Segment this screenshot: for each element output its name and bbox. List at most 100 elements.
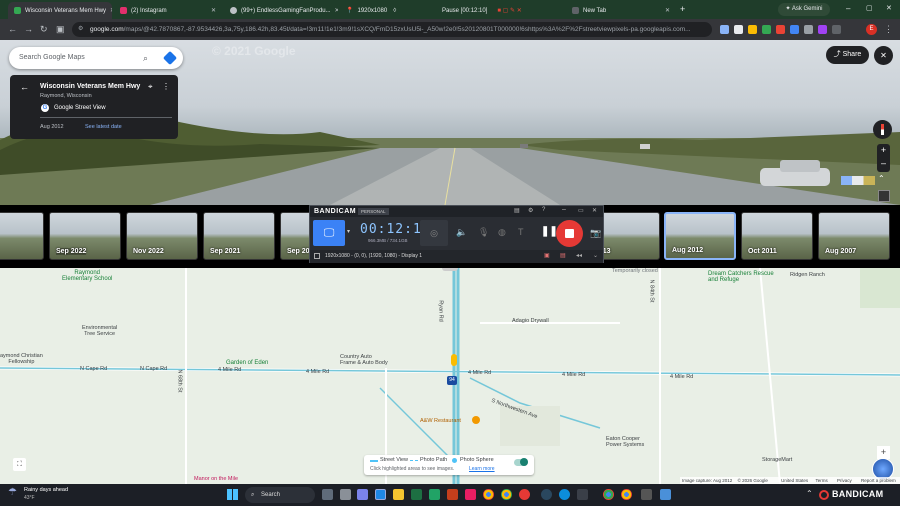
app-icon[interactable] <box>465 489 476 500</box>
map-label[interactable]: aymond Christian Fellowship <box>0 353 43 365</box>
word-icon[interactable] <box>429 489 440 500</box>
tab-5[interactable]: Pause [00:12:10] ■ ▢ ✎ ✕ <box>424 2 564 19</box>
collapse-filmstrip-icon[interactable]: ⌃ <box>878 174 885 183</box>
help-icon[interactable]: ? <box>542 207 545 213</box>
webcam-overlay-button[interactable]: ◎ <box>420 220 448 246</box>
tray-overflow-icon[interactable]: ⌃ <box>806 489 813 498</box>
excel-icon[interactable] <box>411 489 422 500</box>
windows-start-icon[interactable] <box>227 489 238 500</box>
map-label[interactable]: Dream Catchers Rescue and Refuge <box>708 271 774 283</box>
report-problem-link[interactable]: Report a problem <box>861 478 896 483</box>
extension-icon[interactable] <box>776 25 785 34</box>
filmstrip-thumbnail[interactable]: Sep 2022 <box>49 212 121 260</box>
extension-icon[interactable] <box>818 25 827 34</box>
new-tab-button[interactable]: + <box>680 4 685 14</box>
minimize-button[interactable]: – <box>846 4 850 13</box>
fullscreen-icon[interactable]: ⛶ <box>13 458 26 471</box>
powerpoint-icon[interactable] <box>447 489 458 500</box>
weather-icon[interactable]: ☂ <box>8 487 17 498</box>
taskview-icon[interactable] <box>322 489 333 500</box>
taskbar-search-box[interactable]: ⌕ Search <box>245 487 315 503</box>
filmstrip-thumbnail[interactable]: Oct 2011 <box>741 212 813 260</box>
folder-icon[interactable]: ▤ <box>514 207 520 214</box>
see-latest-link[interactable]: See latest date <box>85 124 122 130</box>
back-icon[interactable]: ← <box>8 24 17 34</box>
close-window-button[interactable]: ✕ <box>886 4 892 12</box>
country-label[interactable]: United States <box>781 478 808 483</box>
map-canvas[interactable]: Raymond Elementary School Environmental … <box>0 268 900 484</box>
region-checkbox[interactable] <box>314 253 320 259</box>
expand-icon[interactable]: ⌄ <box>593 252 598 259</box>
chrome-icon[interactable] <box>621 489 632 500</box>
menu-kebab-icon[interactable]: ⋮ <box>884 24 893 34</box>
file-explorer-icon[interactable] <box>393 489 404 500</box>
steam-icon[interactable] <box>541 489 552 500</box>
tab-1[interactable]: Wisconsin Veterans Mem Hwy ✕ <box>8 2 112 19</box>
map-label[interactable]: Environmental Tree Service <box>82 325 117 337</box>
extension-icon[interactable] <box>804 25 813 34</box>
close-tab-icon[interactable]: ✕ <box>661 7 670 14</box>
microphone-icon[interactable]: 🎙 <box>478 227 489 238</box>
location-pin-icon[interactable]: ⌖ <box>148 82 153 92</box>
map-label[interactable]: Raymond Elementary School <box>62 270 112 282</box>
app-v-icon[interactable] <box>375 489 386 500</box>
maximize-button[interactable]: ▢ <box>866 4 873 12</box>
map-label[interactable]: Adagio Drywall <box>512 318 549 324</box>
chrome-icon[interactable] <box>603 489 614 500</box>
extension-icon[interactable] <box>762 25 771 34</box>
widgets-icon[interactable] <box>340 489 351 500</box>
filmstrip-thumbnail-selected[interactable]: Aug 2012 <box>664 212 736 260</box>
bandicam-titlebar[interactable]: BANDICAM PERSONAL ▤ ⚙ ? – ▭ ✕ <box>310 206 603 217</box>
extension-icon[interactable] <box>734 25 743 34</box>
map-label[interactable]: Eaton Cooper Power Systems <box>606 436 644 448</box>
map-label[interactable]: Garden of Eden <box>226 360 268 366</box>
bandicam-restore-icon[interactable]: ▭ <box>578 207 584 214</box>
screenshot-camera-icon[interactable]: 📷 <box>590 228 601 239</box>
privacy-link[interactable]: Privacy <box>837 478 852 483</box>
speaker-icon[interactable]: 🔈 <box>456 227 467 238</box>
stop-record-button[interactable] <box>556 220 583 247</box>
pegman-icon[interactable] <box>451 354 457 366</box>
extension-icon[interactable] <box>720 25 729 34</box>
terms-link[interactable]: Terms <box>815 478 827 483</box>
map-pin-icon[interactable] <box>472 416 480 424</box>
extension-icon[interactable] <box>790 25 799 34</box>
search-icon[interactable]: ⌕ <box>143 47 148 69</box>
text-overlay-icon[interactable]: T <box>518 227 524 237</box>
map-label[interactable]: Manor on the Mile <box>194 476 238 482</box>
zoom-in-button[interactable]: + <box>877 144 890 157</box>
map-label[interactable]: Country Auto Frame & Auto Body <box>340 354 388 366</box>
media-icon[interactable] <box>577 489 588 500</box>
tab-4[interactable]: 📍 1920x1080 ◊ <box>340 2 424 19</box>
bandicam-minimize-icon[interactable]: – <box>562 206 566 213</box>
tab-3[interactable]: (99+) EndlessGamingFanProdu... ✕ <box>224 2 338 19</box>
close-street-view-button[interactable]: ✕ <box>874 46 893 65</box>
tab-2[interactable]: (2) Instagram ✕ <box>114 2 222 19</box>
tray-bandicam-brand[interactable]: BANDICAM <box>832 489 883 499</box>
extension-icon[interactable] <box>832 25 841 34</box>
filmstrip-thumbnail[interactable]: Aug 2007 <box>818 212 890 260</box>
app-icon[interactable] <box>660 489 671 500</box>
street-view-toggle[interactable] <box>514 458 528 466</box>
close-tab-icon[interactable]: ✕ <box>106 7 112 14</box>
screen-mode-button[interactable]: 🖵 <box>313 220 345 246</box>
learn-more-link[interactable]: Learn more <box>469 466 495 472</box>
forward-icon[interactable]: → <box>24 24 33 34</box>
bandicam-close-icon[interactable]: ✕ <box>592 207 597 214</box>
filmstrip-thumbnail[interactable]: Nov 2022 <box>126 212 198 260</box>
map-label[interactable]: StorageMart <box>762 457 792 463</box>
settings-icon[interactable]: ⚙ <box>528 207 533 214</box>
chrome-icon[interactable] <box>483 489 494 500</box>
chrome-icon[interactable] <box>501 489 512 500</box>
site-info-icon[interactable]: ⚙ <box>78 22 83 37</box>
edge-icon[interactable] <box>559 489 570 500</box>
close-tab-icon[interactable]: ✕ <box>331 7 338 14</box>
share-button[interactable]: ⤴ Share <box>826 46 869 64</box>
extension-icon[interactable] <box>748 25 757 34</box>
bandicam-taskbar-icon[interactable] <box>519 489 530 500</box>
ask-gemini-button[interactable]: ✦ Ask Gemini <box>778 3 830 16</box>
more-options-icon[interactable]: ⋮ <box>162 82 170 91</box>
collapse-map-handle[interactable] <box>442 268 458 271</box>
pegman-thumbnail[interactable] <box>878 190 890 202</box>
zoom-out-button[interactable]: – <box>877 157 890 170</box>
